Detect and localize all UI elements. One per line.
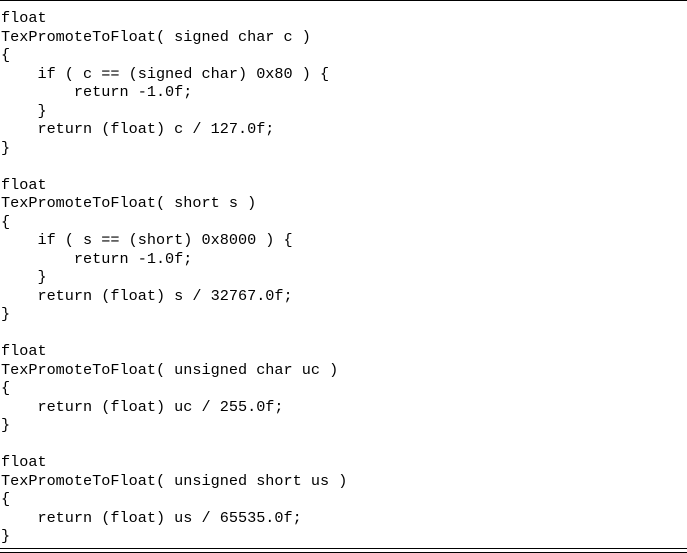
code-line: return -1.0f; xyxy=(1,249,193,268)
code-line: } xyxy=(1,268,47,286)
code-line: TexPromoteToFloat( unsigned short us ) xyxy=(1,471,348,490)
code-listing: float TexPromoteToFloat( signed char c ){… xyxy=(0,0,687,553)
code-line: } xyxy=(1,416,11,434)
code-line: } xyxy=(1,101,47,120)
code-line: } xyxy=(1,527,11,545)
bottom-rule xyxy=(0,548,687,549)
code-line: if ( c == (signed char) 0x80 ) { xyxy=(1,64,330,83)
code-line: TexPromoteToFloat( unsigned char uc ) xyxy=(1,360,339,379)
code-line: } xyxy=(1,305,11,323)
code-line: { xyxy=(1,379,11,397)
code-lines: float TexPromoteToFloat( signed char c ){… xyxy=(1,9,347,546)
code-line: { xyxy=(1,46,11,64)
code-line: return (float) c / 127.0f; xyxy=(1,120,275,138)
code-line: { xyxy=(1,490,11,508)
code-line: } xyxy=(1,138,11,157)
code-line: float xyxy=(1,175,47,194)
code-line: TexPromoteToFloat( short s ) xyxy=(1,194,257,212)
code-line: { xyxy=(1,212,11,231)
code-line: float xyxy=(1,342,47,360)
code-line: return -1.0f; xyxy=(1,83,193,101)
code-line: TexPromoteToFloat( signed char c ) xyxy=(1,27,311,46)
code-line: return (float) us / 65535.0f; xyxy=(1,508,302,527)
code-line: return (float) s / 32767.0f; xyxy=(1,286,293,305)
code-line: float xyxy=(1,9,47,27)
code-line: float xyxy=(1,453,47,471)
code-line: if ( s == (short) 0x8000 ) { xyxy=(1,231,293,249)
code-line: return (float) uc / 255.0f; xyxy=(1,397,284,416)
